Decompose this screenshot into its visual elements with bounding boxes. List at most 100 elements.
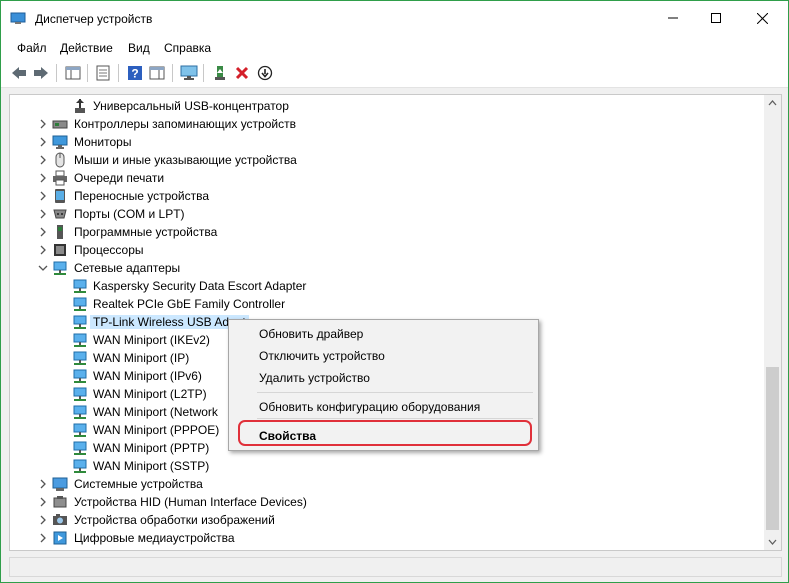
properties-highlight-annotation [238,420,532,446]
back-button[interactable] [9,63,29,83]
tree-item[interactable]: Kaspersky Security Data Escort Adapter [10,277,750,295]
forward-button[interactable] [31,63,51,83]
menu-action[interactable]: Действие [60,41,113,55]
back-arrow-icon [12,67,26,79]
menu-bar: Файл Действие Вид Справка [1,35,788,59]
disable-device-icon [257,65,273,81]
chevron-right-icon[interactable] [38,155,48,165]
storage-controller-icon [52,120,68,129]
scroll-thumb[interactable] [766,367,779,530]
network-adapter-icon [73,333,87,347]
device-manager-icon [10,12,26,24]
tree-item[interactable]: Мыши и иные указывающие устройства [10,151,750,169]
tree-item-label: Realtek PCIe GbE Family Controller [93,297,286,311]
port-icon [53,209,67,219]
action-pane-icon [149,66,165,80]
maximize-button[interactable] [693,1,739,35]
chevron-right-icon[interactable] [38,137,48,147]
tree-item-label: Kaspersky Security Data Escort Adapter [93,279,307,293]
ctx-uninstall-device[interactable]: Удалить устройство [259,371,370,385]
disable-device-button[interactable] [255,63,275,83]
network-adapter-icon [73,351,87,365]
chevron-down-icon[interactable] [38,263,48,273]
chevron-right-icon[interactable] [38,119,48,129]
maximize-icon [711,13,721,23]
minimize-button[interactable] [650,1,696,35]
help-icon: ? [128,66,142,81]
printer-icon [53,170,67,186]
chevron-right-icon[interactable] [38,173,48,183]
tree-item-label: Мониторы [74,135,132,149]
tree-item-label: Процессоры [74,243,144,257]
tree-item-label: Очереди печати [74,171,165,185]
tree-item[interactable]: Системные устройства [10,475,750,493]
action-pane-button[interactable] [147,63,167,83]
tree-item-label: WAN Miniport (L2TP) [93,387,207,401]
vertical-scrollbar[interactable] [764,95,781,550]
ctx-scan-hardware[interactable]: Обновить конфигурацию оборудования [259,400,480,414]
ctx-update-driver[interactable]: Обновить драйвер [259,327,363,341]
tree-item-label: TP-Link Wireless USB Adapt [90,315,249,329]
ctx-disable-device[interactable]: Отключить устройство [259,349,385,363]
tree-item[interactable]: Процессоры [10,241,750,259]
close-button[interactable] [739,1,785,35]
menu-help[interactable]: Справка [164,41,211,55]
network-adapter-icon [73,405,87,419]
network-adapter-icon [73,459,87,473]
tree-item[interactable]: Программные устройства [10,223,750,241]
status-bar [9,557,782,577]
hid-icon [53,496,67,508]
chevron-right-icon[interactable] [38,497,48,507]
network-adapter-icon [73,369,87,383]
tree-item-label: Системные устройства [74,477,203,491]
tree-item[interactable]: Устройства обработки изображений [10,511,750,529]
chevron-right-icon[interactable] [38,533,48,543]
tree-item-label: Устройства HID (Human Interface Devices) [74,495,307,509]
tree-item-label: Устройства обработки изображений [74,513,275,527]
uninstall-x-icon [235,66,249,80]
scan-hardware-button[interactable] [179,63,199,83]
uninstall-button[interactable] [232,63,252,83]
tree-item[interactable]: Realtek PCIe GbE Family Controller [10,295,750,313]
menu-file[interactable]: Файл [17,41,47,55]
tree-item[interactable]: Очереди печати [10,169,750,187]
properties-button[interactable] [93,63,113,83]
tree-item[interactable]: Цифровые медиаустройства [10,529,750,547]
update-driver-icon [215,66,225,80]
chevron-right-icon[interactable] [38,227,48,237]
tree-item-label: Контроллеры запоминающих устройств [74,117,296,131]
network-adapter-icon [73,279,87,293]
tree-item-label: WAN Miniport (Network [93,405,218,419]
tree-item[interactable]: Устройства HID (Human Interface Devices) [10,493,750,511]
network-adapter-icon [73,423,87,437]
help-button[interactable]: ? [125,63,145,83]
chevron-right-icon[interactable] [38,191,48,201]
chevron-right-icon[interactable] [38,209,48,219]
imaging-device-icon [53,514,67,525]
ctx-separator [257,392,533,393]
scroll-down-arrow-icon[interactable] [768,537,777,546]
tree-item[interactable]: Порты (COM и LPT) [10,205,750,223]
tree-item-label: WAN Miniport (IKEv2) [93,333,210,347]
tree-item[interactable]: Универсальный USB-концентратор [10,97,750,115]
tree-item[interactable]: Сетевые адаптеры [10,259,750,277]
show-hide-tree-button[interactable] [63,63,83,83]
tree-item[interactable]: Мониторы [10,133,750,151]
menu-view[interactable]: Вид [128,41,150,55]
tree-item[interactable]: WAN Miniport (SSTP) [10,457,750,475]
tree-item[interactable]: Контроллеры запоминающих устройств [10,115,750,133]
tree-item-label: Цифровые медиаустройства [74,531,235,545]
update-driver-button[interactable] [210,63,230,83]
chevron-right-icon[interactable] [38,515,48,525]
tree-item-label: Универсальный USB-концентратор [93,99,289,113]
software-device-icon [57,225,63,239]
title-bar[interactable]: Диспетчер устройств [1,1,788,35]
device-manager-window: Диспетчер устройств Файл Действие Вид Сп… [0,0,789,583]
chevron-right-icon[interactable] [38,245,48,255]
tree-item[interactable]: Переносные устройства [10,187,750,205]
tree-item-label: WAN Miniport (IP) [93,351,190,365]
close-icon [756,12,768,24]
tree-item-label: WAN Miniport (PPPOE) [93,423,220,437]
chevron-right-icon[interactable] [38,479,48,489]
scroll-up-arrow-icon[interactable] [768,99,777,108]
